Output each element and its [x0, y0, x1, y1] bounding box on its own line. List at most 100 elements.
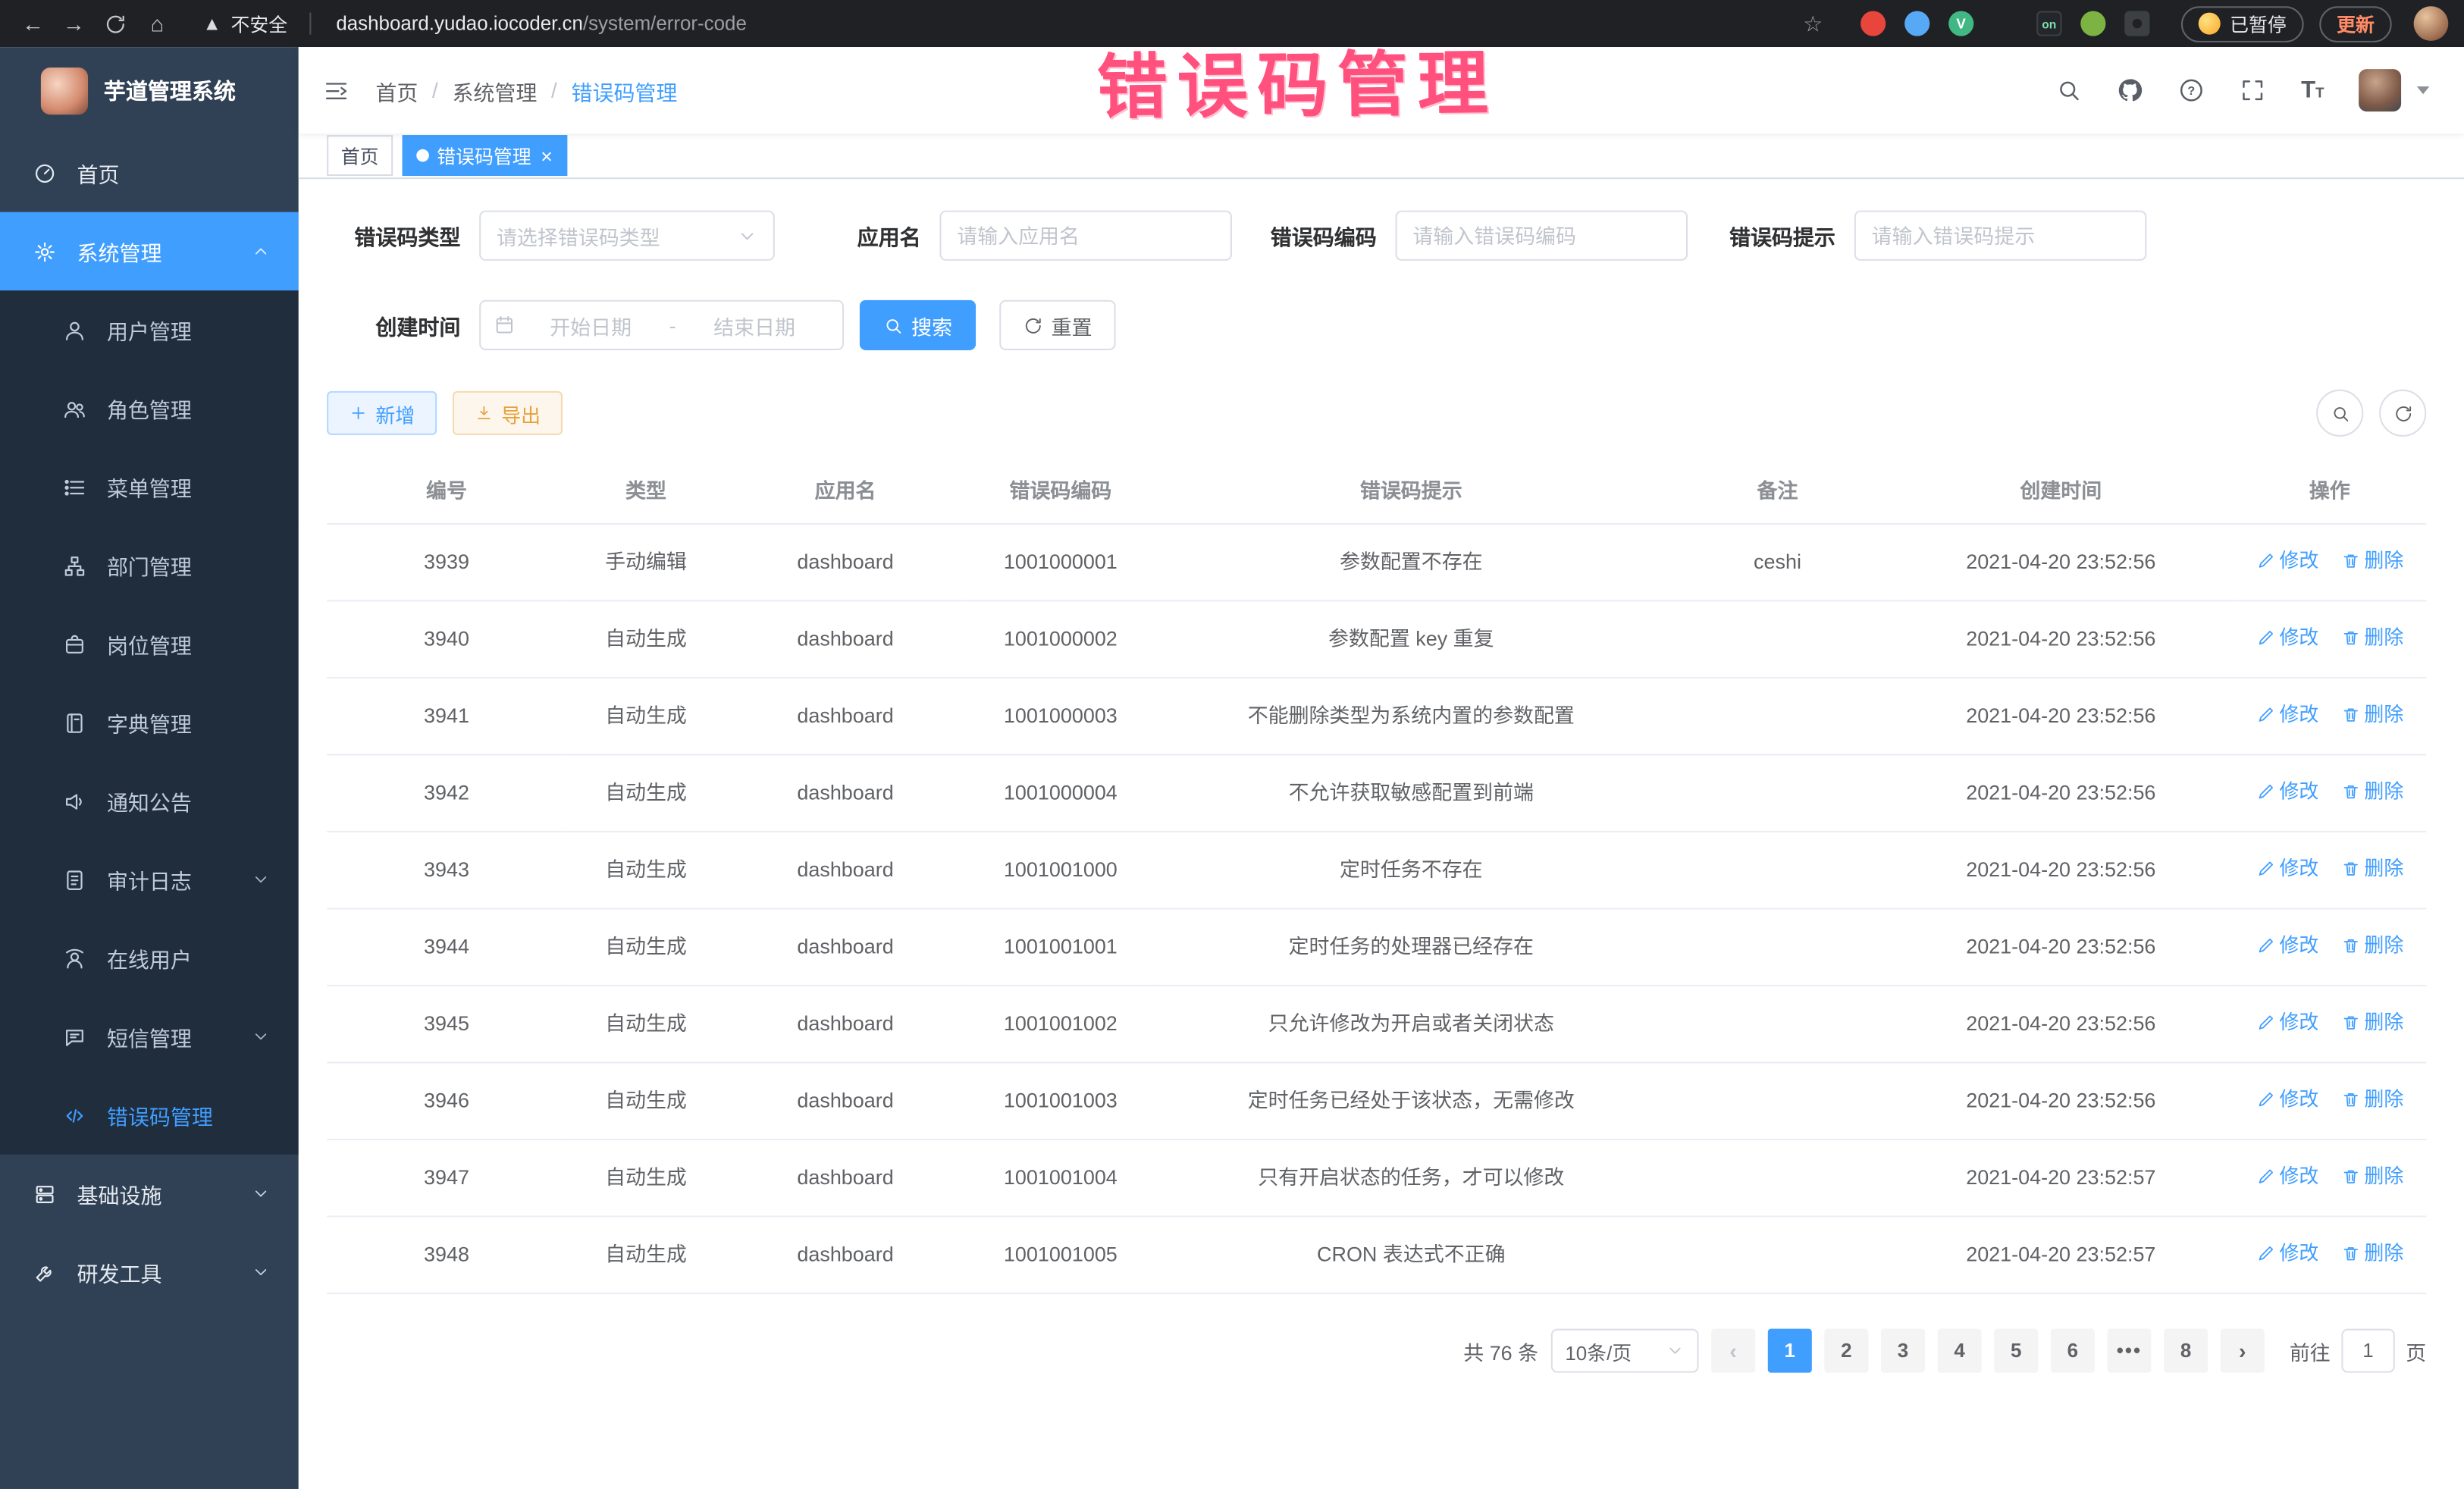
extension-red-icon[interactable] — [1861, 11, 1886, 36]
update-button[interactable]: 更新 — [2319, 5, 2391, 42]
search-icon[interactable] — [2056, 77, 2083, 104]
date-separator: - — [666, 313, 679, 337]
page-button-1[interactable]: 1 — [1768, 1329, 1812, 1373]
extension-green-icon[interactable] — [2080, 11, 2105, 36]
breadcrumb-item[interactable]: 系统管理 — [452, 74, 537, 105]
security-indicator[interactable]: ▲ 不安全 — [180, 10, 299, 36]
error-msg-input[interactable] — [1854, 211, 2147, 261]
back-icon[interactable]: ← — [16, 11, 51, 36]
page-size-select[interactable]: 10条/页 — [1551, 1329, 1699, 1373]
chevron-down-icon[interactable] — [2417, 86, 2430, 94]
sidebar-item-online-user[interactable]: 在线用户 — [0, 919, 299, 998]
edit-link[interactable]: 修改 — [2256, 620, 2318, 655]
pagination-ellipsis[interactable]: ••• — [2107, 1329, 2151, 1373]
show-search-button[interactable] — [2316, 390, 2363, 437]
sidebar-item-dict[interactable]: 字典管理 — [0, 683, 299, 762]
table-row: 3946自动生成dashboard1001001003定时任务已经处于该状态，无… — [327, 1063, 2426, 1140]
cell-remark — [1666, 908, 1889, 986]
url-bar[interactable]: dashboard.yudao.iocoder.cn/system/error-… — [321, 5, 1839, 42]
error-code-input[interactable] — [1396, 211, 1688, 261]
page-button-6[interactable]: 6 — [2051, 1329, 2095, 1373]
edit-link[interactable]: 修改 — [2256, 1082, 2318, 1117]
vue-devtools-icon[interactable]: V — [1948, 11, 1973, 36]
sidebar-item-role[interactable]: 角色管理 — [0, 369, 299, 448]
edit-link[interactable]: 修改 — [2256, 697, 2318, 732]
reset-button[interactable]: 重置 — [999, 300, 1115, 350]
sidebar-item-dev-tools[interactable]: 研发工具 — [0, 1233, 299, 1312]
edit-link[interactable]: 修改 — [2256, 1005, 2318, 1040]
delete-link[interactable]: 删除 — [2340, 1005, 2403, 1040]
delete-link[interactable]: 删除 — [2340, 1159, 2403, 1194]
edit-link[interactable]: 修改 — [2256, 851, 2318, 886]
edit-link[interactable]: 修改 — [2256, 1159, 2318, 1194]
delete-link[interactable]: 删除 — [2340, 1236, 2403, 1271]
edit-link[interactable]: 修改 — [2256, 928, 2318, 963]
bookmark-star-icon[interactable]: ☆ — [1803, 10, 1823, 36]
home-icon[interactable]: ⌂ — [140, 11, 174, 36]
profile-paused-chip[interactable]: 已暂停 — [2181, 5, 2304, 42]
sidebar-item-dept[interactable]: 部门管理 — [0, 526, 299, 605]
search-button[interactable]: 搜索 — [860, 300, 976, 350]
sidebar-item-infra[interactable]: 基础设施 — [0, 1155, 299, 1234]
font-size-icon[interactable]: TT — [2301, 79, 2324, 102]
hamburger-icon[interactable] — [322, 78, 350, 103]
sidebar-item-error-code[interactable]: 错误码管理 — [0, 1076, 299, 1155]
user-avatar[interactable] — [2359, 69, 2401, 111]
sidebar-item-audit-log[interactable]: 审计日志 — [0, 840, 299, 919]
error-type-select[interactable]: 请选择错误码类型 — [479, 211, 775, 261]
date-range-picker[interactable]: 开始日期 - 结束日期 — [479, 300, 844, 350]
fullscreen-icon[interactable] — [2240, 77, 2266, 104]
app-logo[interactable]: 芋道管理系统 — [0, 47, 299, 133]
tab-错误码管理[interactable]: 错误码管理× — [403, 135, 567, 176]
prev-page-button[interactable]: ‹ — [1711, 1329, 1755, 1373]
extension-on-icon[interactable]: on — [2036, 11, 2061, 36]
edit-link[interactable]: 修改 — [2256, 1236, 2318, 1271]
github-icon[interactable] — [2118, 77, 2144, 104]
refresh-table-button[interactable] — [2379, 390, 2426, 437]
sidebar: 芋道管理系统 首页系统管理用户管理角色管理菜单管理部门管理岗位管理字典管理通知公… — [0, 47, 299, 1489]
page-button-8[interactable]: 8 — [2164, 1329, 2208, 1373]
breadcrumb-item[interactable]: 首页 — [375, 74, 418, 105]
tab-首页[interactable]: 首页 — [327, 135, 393, 176]
forward-icon[interactable]: → — [57, 11, 92, 36]
extension-grid-icon[interactable] — [1992, 11, 2017, 36]
delete-link[interactable]: 删除 — [2340, 620, 2403, 655]
add-button[interactable]: 新增 — [327, 391, 437, 435]
export-button[interactable]: 导出 — [453, 391, 563, 435]
browser-avatar[interactable] — [2414, 6, 2449, 41]
filter-label: 应用名 — [813, 220, 940, 251]
page-button-3[interactable]: 3 — [1881, 1329, 1925, 1373]
extension-blue-icon[interactable] — [1904, 11, 1930, 36]
sidebar-item-menu[interactable]: 菜单管理 — [0, 447, 299, 526]
reload-icon[interactable] — [104, 12, 127, 36]
delete-link[interactable]: 删除 — [2340, 928, 2403, 963]
pinned-extension-icon[interactable] — [2124, 11, 2149, 36]
cell-code: 1001001004 — [965, 1139, 1156, 1217]
app-name-input[interactable] — [939, 211, 1232, 261]
help-icon[interactable]: ? — [2178, 77, 2205, 104]
delete-link[interactable]: 删除 — [2340, 544, 2403, 578]
delete-link[interactable]: 删除 — [2340, 697, 2403, 732]
sidebar-item-post[interactable]: 岗位管理 — [0, 605, 299, 684]
delete-link[interactable]: 删除 — [2340, 774, 2403, 809]
next-page-button[interactable]: › — [2221, 1329, 2265, 1373]
page-button-2[interactable]: 2 — [1824, 1329, 1868, 1373]
sidebar-item-user[interactable]: 用户管理 — [0, 290, 299, 369]
close-icon[interactable]: × — [541, 146, 553, 166]
sidebar-item-system[interactable]: 系统管理 — [0, 212, 299, 291]
page-button-5[interactable]: 5 — [1994, 1329, 2038, 1373]
delete-link[interactable]: 删除 — [2340, 851, 2403, 886]
app-title: 芋道管理系统 — [104, 74, 236, 105]
edit-link[interactable]: 修改 — [2256, 774, 2318, 809]
sidebar-item-sms[interactable]: 短信管理 — [0, 998, 299, 1077]
page-button-4[interactable]: 4 — [1938, 1329, 1982, 1373]
sidebar-item-home[interactable]: 首页 — [0, 133, 299, 212]
cell-code: 1001001005 — [965, 1217, 1156, 1294]
goto-page-input[interactable] — [2341, 1329, 2394, 1373]
warning-icon: ▲ — [202, 13, 221, 35]
delete-link[interactable]: 删除 — [2340, 1082, 2403, 1117]
cell-code: 1001000001 — [965, 524, 1156, 601]
edit-link[interactable]: 修改 — [2256, 544, 2318, 578]
table-row: 3942自动生成dashboard1001000004不允许获取敏感配置到前端2… — [327, 754, 2426, 832]
sidebar-item-notice[interactable]: 通知公告 — [0, 762, 299, 841]
